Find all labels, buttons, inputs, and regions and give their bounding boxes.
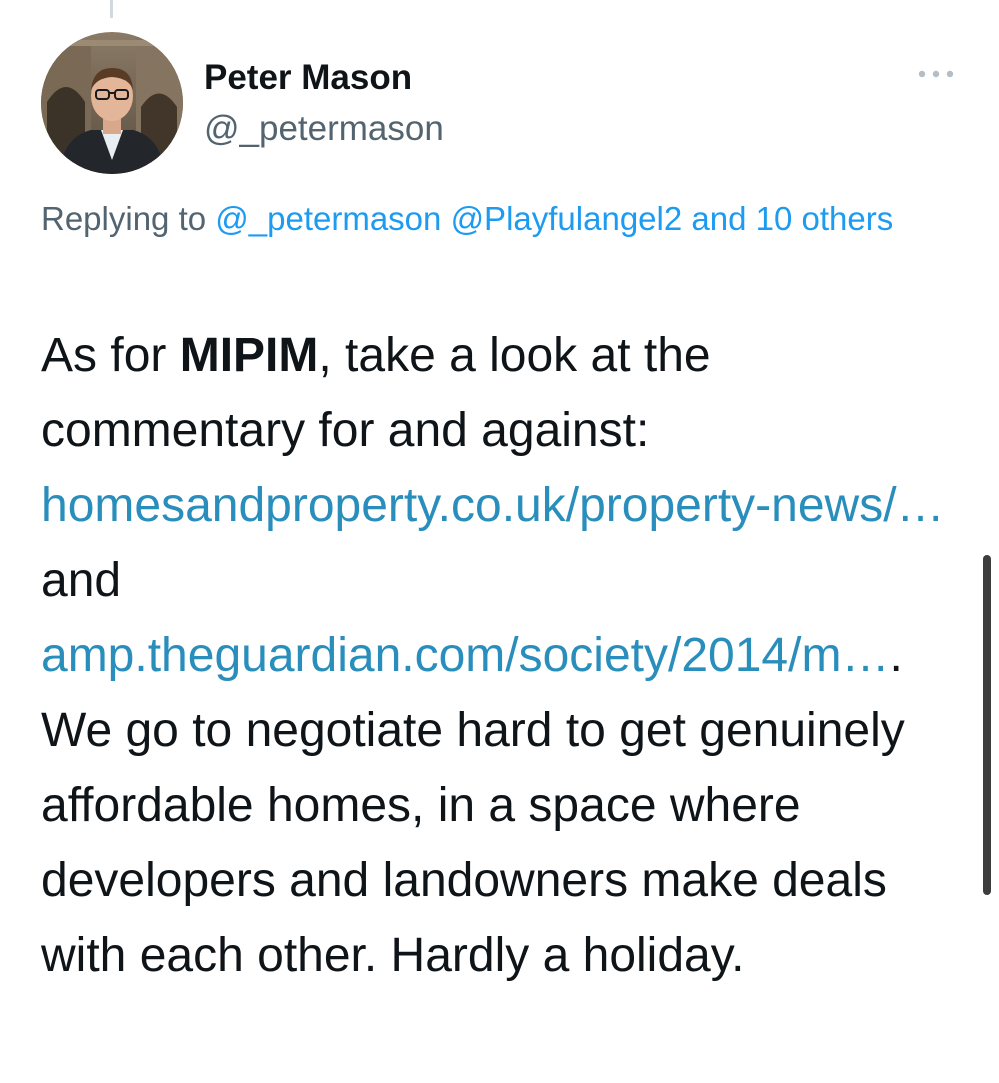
tweet-bold-text: MIPIM [179,329,319,382]
reply-prefix: Replying to [41,200,216,237]
homesandproperty-link[interactable]: homesandproperty.co.uk/property-news/… [41,479,945,532]
thread-connector-line [110,0,113,18]
avatar[interactable] [41,32,183,174]
more-options-icon[interactable] [914,62,958,86]
others-link[interactable]: and 10 others [691,200,893,237]
profile-photo-icon [41,32,183,174]
scrollbar[interactable] [983,555,991,895]
reply-context: Replying to @_petermason @Playfulangel2 … [41,190,971,248]
guardian-link[interactable]: amp.theguardian.com/society/2014/m… [41,629,889,682]
mention-link[interactable]: @_petermason [215,200,441,237]
mention-link[interactable]: @Playfulangel2 [451,200,683,237]
tweet-text-segment: As for [41,329,180,382]
author-name[interactable]: Peter Mason [204,56,412,100]
tweet-text-segment: and [41,554,122,607]
author-handle[interactable]: @_petermason [204,107,444,151]
tweet-text: As for MIPIM, take a look at the comment… [41,318,961,993]
